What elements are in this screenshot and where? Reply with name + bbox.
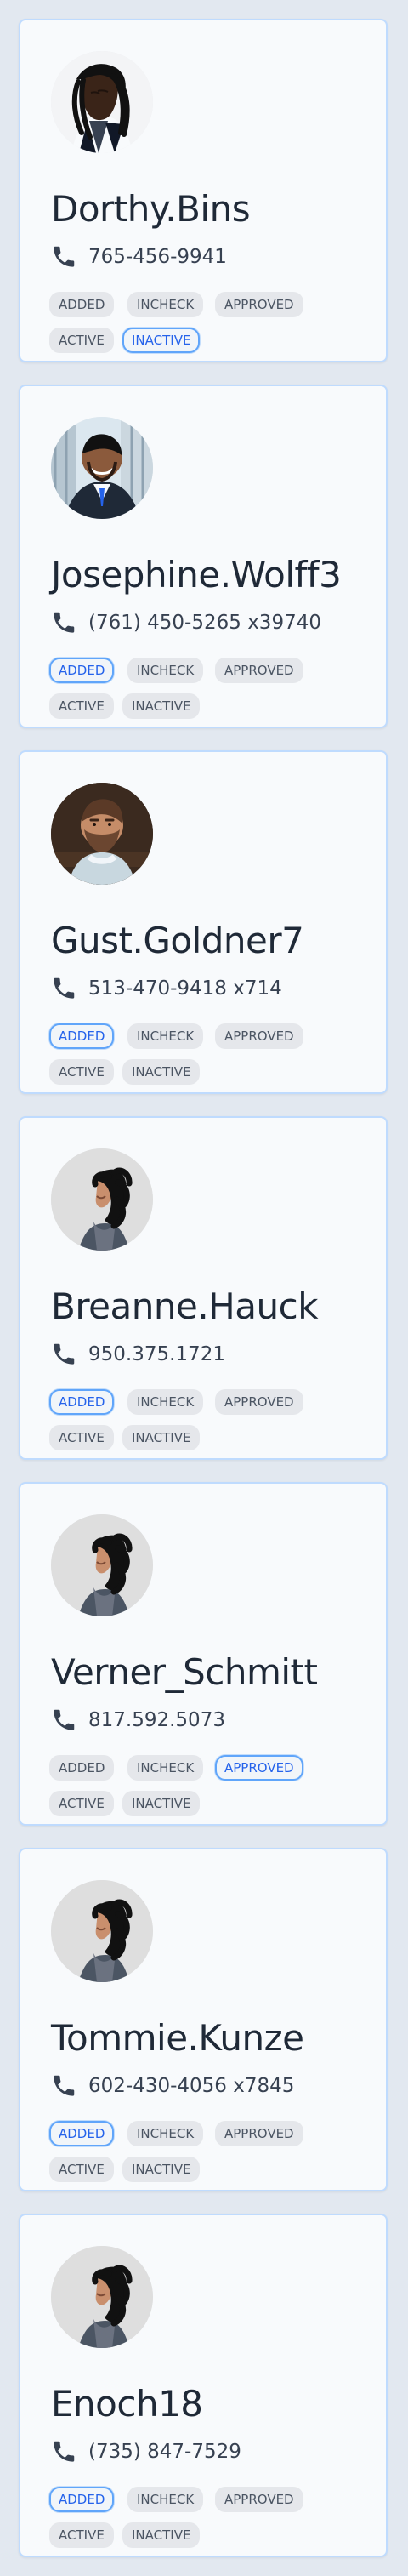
avatar — [51, 417, 153, 519]
contact-name: Gust.Goldner7 — [51, 920, 304, 961]
phone-number: 602-430-4056 x7845 — [88, 2075, 295, 2097]
phone-icon — [54, 1709, 75, 1730]
contact-card: Tommie.Kunze 602-430-4056 x7845 ADDED IN… — [19, 1848, 388, 2191]
phone-icon — [54, 612, 75, 633]
contact-card: Enoch18 (735) 847-7529 ADDED INCHECK APP… — [19, 2214, 388, 2557]
avatar — [51, 51, 153, 153]
status-tag-active[interactable]: ACTIVE — [49, 1791, 114, 1816]
status-tag-incheck[interactable]: INCHECK — [128, 1755, 204, 1781]
phone-row: 602-430-4056 x7845 — [51, 2072, 294, 2100]
phone-row: 950.375.1721 — [51, 1341, 225, 1368]
contact-name: Enoch18 — [51, 2383, 203, 2425]
status-tag-inactive[interactable]: INACTIVE — [122, 1791, 201, 1816]
avatar — [51, 1514, 153, 1616]
status-tag-active[interactable]: ACTIVE — [49, 2522, 114, 2548]
phone-icon — [54, 2441, 75, 2462]
status-tag-incheck[interactable]: INCHECK — [128, 2121, 204, 2146]
status-tag-inactive[interactable]: INACTIVE — [122, 1425, 201, 1450]
status-tag-active[interactable]: ACTIVE — [49, 1059, 114, 1085]
phone-number: (735) 847-7529 — [88, 2441, 241, 2463]
status-tag-approved[interactable]: APPROVED — [215, 292, 303, 317]
status-tag-active[interactable]: ACTIVE — [49, 328, 114, 353]
contact-name: Tommie.Kunze — [51, 2017, 304, 2059]
status-tag-approved[interactable]: APPROVED — [215, 1755, 303, 1781]
phone-number: 765-456-9941 — [88, 246, 227, 268]
contact-card-list: Dorthy.Bins 765-456-9941 ADDED INCHECK A… — [0, 0, 408, 2576]
phone-row: 765-456-9941 — [51, 243, 227, 271]
contact-card: Breanne.Hauck 950.375.1721 ADDED INCHECK… — [19, 1116, 388, 1460]
avatar — [51, 2246, 153, 2348]
phone-number: 817.592.5073 — [88, 1709, 225, 1731]
contact-name: Josephine.Wolff3 — [51, 554, 342, 596]
status-tag-incheck[interactable]: INCHECK — [128, 658, 204, 683]
status-tag-inactive[interactable]: INACTIVE — [122, 1059, 201, 1085]
avatar — [51, 1148, 153, 1251]
contact-card: Verner_Schmitt 817.592.5073 ADDED INCHEC… — [19, 1482, 388, 1826]
status-tag-approved[interactable]: APPROVED — [215, 2121, 303, 2146]
contact-card: Josephine.Wolff3 (761) 450-5265 x39740 A… — [19, 385, 388, 728]
contact-card: Dorthy.Bins 765-456-9941 ADDED INCHECK A… — [19, 19, 388, 362]
contact-name: Dorthy.Bins — [51, 188, 251, 230]
status-tag-approved[interactable]: APPROVED — [215, 1389, 303, 1415]
status-tag-added[interactable]: ADDED — [49, 658, 115, 683]
status-tag-incheck[interactable]: INCHECK — [128, 292, 204, 317]
status-tag-incheck[interactable]: INCHECK — [128, 1389, 204, 1415]
status-tag-incheck[interactable]: INCHECK — [128, 2487, 204, 2512]
status-tag-added[interactable]: ADDED — [49, 1389, 115, 1415]
phone-icon — [54, 977, 75, 999]
phone-number: (761) 450-5265 x39740 — [88, 612, 321, 634]
status-tag-active[interactable]: ACTIVE — [49, 1425, 114, 1450]
phone-number: 513-470-9418 x714 — [88, 977, 282, 1000]
phone-icon — [54, 1343, 75, 1365]
status-tag-added[interactable]: ADDED — [49, 2487, 115, 2512]
status-tag-inactive[interactable]: INACTIVE — [122, 2522, 201, 2548]
status-tag-added[interactable]: ADDED — [49, 1755, 115, 1781]
phone-row: (761) 450-5265 x39740 — [51, 609, 321, 636]
status-tag-active[interactable]: ACTIVE — [49, 693, 114, 719]
phone-row: 817.592.5073 — [51, 1707, 225, 1734]
phone-icon — [54, 2075, 75, 2096]
status-tag-approved[interactable]: APPROVED — [215, 658, 303, 683]
status-tag-inactive[interactable]: INACTIVE — [122, 2157, 201, 2182]
contact-card: Gust.Goldner7 513-470-9418 x714 ADDED IN… — [19, 750, 388, 1094]
status-tag-active[interactable]: ACTIVE — [49, 2157, 114, 2182]
status-tag-added[interactable]: ADDED — [49, 1023, 115, 1049]
status-tag-inactive[interactable]: INACTIVE — [122, 693, 201, 719]
status-tag-inactive[interactable]: INACTIVE — [122, 328, 201, 353]
status-tag-added[interactable]: ADDED — [49, 292, 115, 317]
contact-name: Breanne.Hauck — [51, 1285, 319, 1327]
status-tag-approved[interactable]: APPROVED — [215, 1023, 303, 1049]
status-tag-added[interactable]: ADDED — [49, 2121, 115, 2146]
phone-row: (735) 847-7529 — [51, 2438, 241, 2465]
phone-number: 950.375.1721 — [88, 1343, 225, 1365]
avatar — [51, 1880, 153, 1982]
phone-row: 513-470-9418 x714 — [51, 975, 282, 1002]
status-tag-incheck[interactable]: INCHECK — [128, 1023, 204, 1049]
contact-name: Verner_Schmitt — [51, 1651, 318, 1693]
avatar — [51, 783, 153, 885]
phone-icon — [54, 246, 75, 267]
status-tag-approved[interactable]: APPROVED — [215, 2487, 303, 2512]
